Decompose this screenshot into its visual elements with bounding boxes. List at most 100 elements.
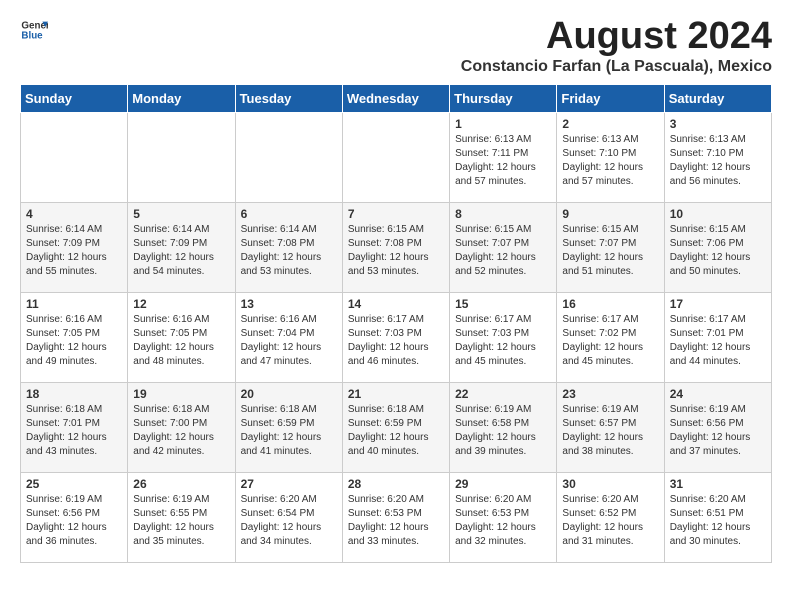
day-info: Sunrise: 6:13 AM Sunset: 7:10 PM Dayligh… bbox=[670, 134, 751, 187]
calendar-cell: 9 Sunrise: 6:15 AM Sunset: 7:07 PM Daylig… bbox=[557, 202, 664, 292]
calendar-cell: 5 Sunrise: 6:14 AM Sunset: 7:09 PM Daylig… bbox=[128, 202, 235, 292]
day-info: Sunrise: 6:20 AM Sunset: 6:53 PM Dayligh… bbox=[455, 494, 536, 547]
calendar-table: SundayMondayTuesdayWednesdayThursdayFrid… bbox=[20, 84, 772, 563]
day-number: 25 bbox=[26, 477, 122, 491]
calendar-cell bbox=[128, 112, 235, 202]
day-number: 29 bbox=[455, 477, 551, 491]
day-number: 17 bbox=[670, 297, 766, 311]
day-number: 22 bbox=[455, 387, 551, 401]
day-header-thursday: Thursday bbox=[450, 84, 557, 112]
day-info: Sunrise: 6:19 AM Sunset: 6:55 PM Dayligh… bbox=[133, 494, 214, 547]
calendar-cell: 11 Sunrise: 6:16 AM Sunset: 7:05 PM Dayli… bbox=[21, 292, 128, 382]
calendar-cell: 10Sunrise: 6:15 AM Sunset: 7:06 PM Dayli… bbox=[664, 202, 771, 292]
calendar-cell: 4 Sunrise: 6:14 AM Sunset: 7:09 PM Daylig… bbox=[21, 202, 128, 292]
day-number: 2 bbox=[562, 117, 658, 131]
day-number: 8 bbox=[455, 207, 551, 221]
day-info: Sunrise: 6:14 AM Sunset: 7:08 PM Dayligh… bbox=[241, 224, 322, 277]
calendar-cell: 8 Sunrise: 6:15 AM Sunset: 7:07 PM Daylig… bbox=[450, 202, 557, 292]
subtitle: Constancio Farfan (La Pascuala), Mexico bbox=[461, 58, 772, 76]
day-number: 5 bbox=[133, 207, 229, 221]
calendar-cell: 24Sunrise: 6:19 AM Sunset: 6:56 PM Dayli… bbox=[664, 382, 771, 472]
calendar-cell: 22 Sunrise: 6:19 AM Sunset: 6:58 PM Dayli… bbox=[450, 382, 557, 472]
day-header-saturday: Saturday bbox=[664, 84, 771, 112]
day-number: 27 bbox=[241, 477, 337, 491]
calendar-cell: 12 Sunrise: 6:16 AM Sunset: 7:05 PM Dayli… bbox=[128, 292, 235, 382]
title-area: August 2024 Constancio Farfan (La Pascua… bbox=[461, 16, 772, 76]
calendar-cell bbox=[235, 112, 342, 202]
calendar-cell: 23Sunrise: 6:19 AM Sunset: 6:57 PM Dayli… bbox=[557, 382, 664, 472]
day-info: Sunrise: 6:20 AM Sunset: 6:53 PM Dayligh… bbox=[348, 494, 429, 547]
day-number: 28 bbox=[348, 477, 444, 491]
day-header-wednesday: Wednesday bbox=[342, 84, 449, 112]
calendar-cell: 29 Sunrise: 6:20 AM Sunset: 6:53 PM Dayli… bbox=[450, 472, 557, 562]
day-info: Sunrise: 6:14 AM Sunset: 7:09 PM Dayligh… bbox=[26, 224, 107, 277]
day-number: 13 bbox=[241, 297, 337, 311]
day-number: 23 bbox=[562, 387, 658, 401]
day-number: 26 bbox=[133, 477, 229, 491]
calendar-cell: 14 Sunrise: 6:17 AM Sunset: 7:03 PM Dayli… bbox=[342, 292, 449, 382]
day-info: Sunrise: 6:18 AM Sunset: 7:01 PM Dayligh… bbox=[26, 404, 107, 457]
calendar-cell: 26 Sunrise: 6:19 AM Sunset: 6:55 PM Dayli… bbox=[128, 472, 235, 562]
logo-icon: General Blue bbox=[20, 16, 48, 44]
day-number: 16 bbox=[562, 297, 658, 311]
calendar-cell: 31Sunrise: 6:20 AM Sunset: 6:51 PM Dayli… bbox=[664, 472, 771, 562]
day-info: Sunrise: 6:14 AM Sunset: 7:09 PM Dayligh… bbox=[133, 224, 214, 277]
day-info: Sunrise: 6:17 AM Sunset: 7:03 PM Dayligh… bbox=[455, 314, 536, 367]
calendar-cell: 17 Sunrise: 6:17 AM Sunset: 7:01 PM Dayli… bbox=[664, 292, 771, 382]
day-number: 14 bbox=[348, 297, 444, 311]
day-info: Sunrise: 6:13 AM Sunset: 7:10 PM Dayligh… bbox=[562, 134, 643, 187]
month-year-title: August 2024 bbox=[461, 16, 772, 58]
day-number: 3 bbox=[670, 117, 766, 131]
day-header-sunday: Sunday bbox=[21, 84, 128, 112]
day-info: Sunrise: 6:15 AM Sunset: 7:07 PM Dayligh… bbox=[455, 224, 536, 277]
day-info: Sunrise: 6:17 AM Sunset: 7:01 PM Dayligh… bbox=[670, 314, 751, 367]
day-number: 19 bbox=[133, 387, 229, 401]
svg-text:Blue: Blue bbox=[21, 30, 43, 41]
calendar-cell: 3 Sunrise: 6:13 AM Sunset: 7:10 PM Daylig… bbox=[664, 112, 771, 202]
day-number: 7 bbox=[348, 207, 444, 221]
day-info: Sunrise: 6:19 AM Sunset: 6:58 PM Dayligh… bbox=[455, 404, 536, 457]
day-number: 31 bbox=[670, 477, 766, 491]
calendar-cell: 21Sunrise: 6:18 AM Sunset: 6:59 PM Dayli… bbox=[342, 382, 449, 472]
week-row-4: 18Sunrise: 6:18 AM Sunset: 7:01 PM Dayli… bbox=[21, 382, 772, 472]
days-header-row: SundayMondayTuesdayWednesdayThursdayFrid… bbox=[21, 84, 772, 112]
day-number: 9 bbox=[562, 207, 658, 221]
day-info: Sunrise: 6:18 AM Sunset: 6:59 PM Dayligh… bbox=[348, 404, 429, 457]
logo: General Blue bbox=[20, 16, 48, 44]
calendar-cell: 2 Sunrise: 6:13 AM Sunset: 7:10 PM Daylig… bbox=[557, 112, 664, 202]
day-info: Sunrise: 6:19 AM Sunset: 6:56 PM Dayligh… bbox=[670, 404, 751, 457]
day-info: Sunrise: 6:17 AM Sunset: 7:03 PM Dayligh… bbox=[348, 314, 429, 367]
week-row-5: 25 Sunrise: 6:19 AM Sunset: 6:56 PM Dayli… bbox=[21, 472, 772, 562]
day-info: Sunrise: 6:13 AM Sunset: 7:11 PM Dayligh… bbox=[455, 134, 536, 187]
day-header-tuesday: Tuesday bbox=[235, 84, 342, 112]
calendar-cell bbox=[342, 112, 449, 202]
day-info: Sunrise: 6:16 AM Sunset: 7:05 PM Dayligh… bbox=[133, 314, 214, 367]
day-info: Sunrise: 6:15 AM Sunset: 7:07 PM Dayligh… bbox=[562, 224, 643, 277]
calendar-cell: 25 Sunrise: 6:19 AM Sunset: 6:56 PM Dayli… bbox=[21, 472, 128, 562]
calendar-cell: 16 Sunrise: 6:17 AM Sunset: 7:02 PM Dayli… bbox=[557, 292, 664, 382]
calendar-cell: 30Sunrise: 6:20 AM Sunset: 6:52 PM Dayli… bbox=[557, 472, 664, 562]
day-number: 10 bbox=[670, 207, 766, 221]
week-row-1: 1 Sunrise: 6:13 AM Sunset: 7:11 PM Daylig… bbox=[21, 112, 772, 202]
calendar-cell: 18Sunrise: 6:18 AM Sunset: 7:01 PM Dayli… bbox=[21, 382, 128, 472]
header: General Blue August 2024 Constancio Farf… bbox=[20, 16, 772, 76]
day-info: Sunrise: 6:19 AM Sunset: 6:56 PM Dayligh… bbox=[26, 494, 107, 547]
day-info: Sunrise: 6:16 AM Sunset: 7:05 PM Dayligh… bbox=[26, 314, 107, 367]
day-info: Sunrise: 6:16 AM Sunset: 7:04 PM Dayligh… bbox=[241, 314, 322, 367]
calendar-cell: 28 Sunrise: 6:20 AM Sunset: 6:53 PM Dayli… bbox=[342, 472, 449, 562]
day-info: Sunrise: 6:20 AM Sunset: 6:52 PM Dayligh… bbox=[562, 494, 643, 547]
calendar-cell bbox=[21, 112, 128, 202]
calendar-cell: 1 Sunrise: 6:13 AM Sunset: 7:11 PM Daylig… bbox=[450, 112, 557, 202]
calendar-cell: 15Sunrise: 6:17 AM Sunset: 7:03 PM Dayli… bbox=[450, 292, 557, 382]
week-row-3: 11 Sunrise: 6:16 AM Sunset: 7:05 PM Dayli… bbox=[21, 292, 772, 382]
day-number: 4 bbox=[26, 207, 122, 221]
day-number: 12 bbox=[133, 297, 229, 311]
calendar-cell: 27Sunrise: 6:20 AM Sunset: 6:54 PM Dayli… bbox=[235, 472, 342, 562]
day-number: 1 bbox=[455, 117, 551, 131]
day-number: 6 bbox=[241, 207, 337, 221]
day-number: 11 bbox=[26, 297, 122, 311]
day-info: Sunrise: 6:15 AM Sunset: 7:08 PM Dayligh… bbox=[348, 224, 429, 277]
calendar-cell: 13 Sunrise: 6:16 AM Sunset: 7:04 PM Dayli… bbox=[235, 292, 342, 382]
day-number: 20 bbox=[241, 387, 337, 401]
day-info: Sunrise: 6:17 AM Sunset: 7:02 PM Dayligh… bbox=[562, 314, 643, 367]
